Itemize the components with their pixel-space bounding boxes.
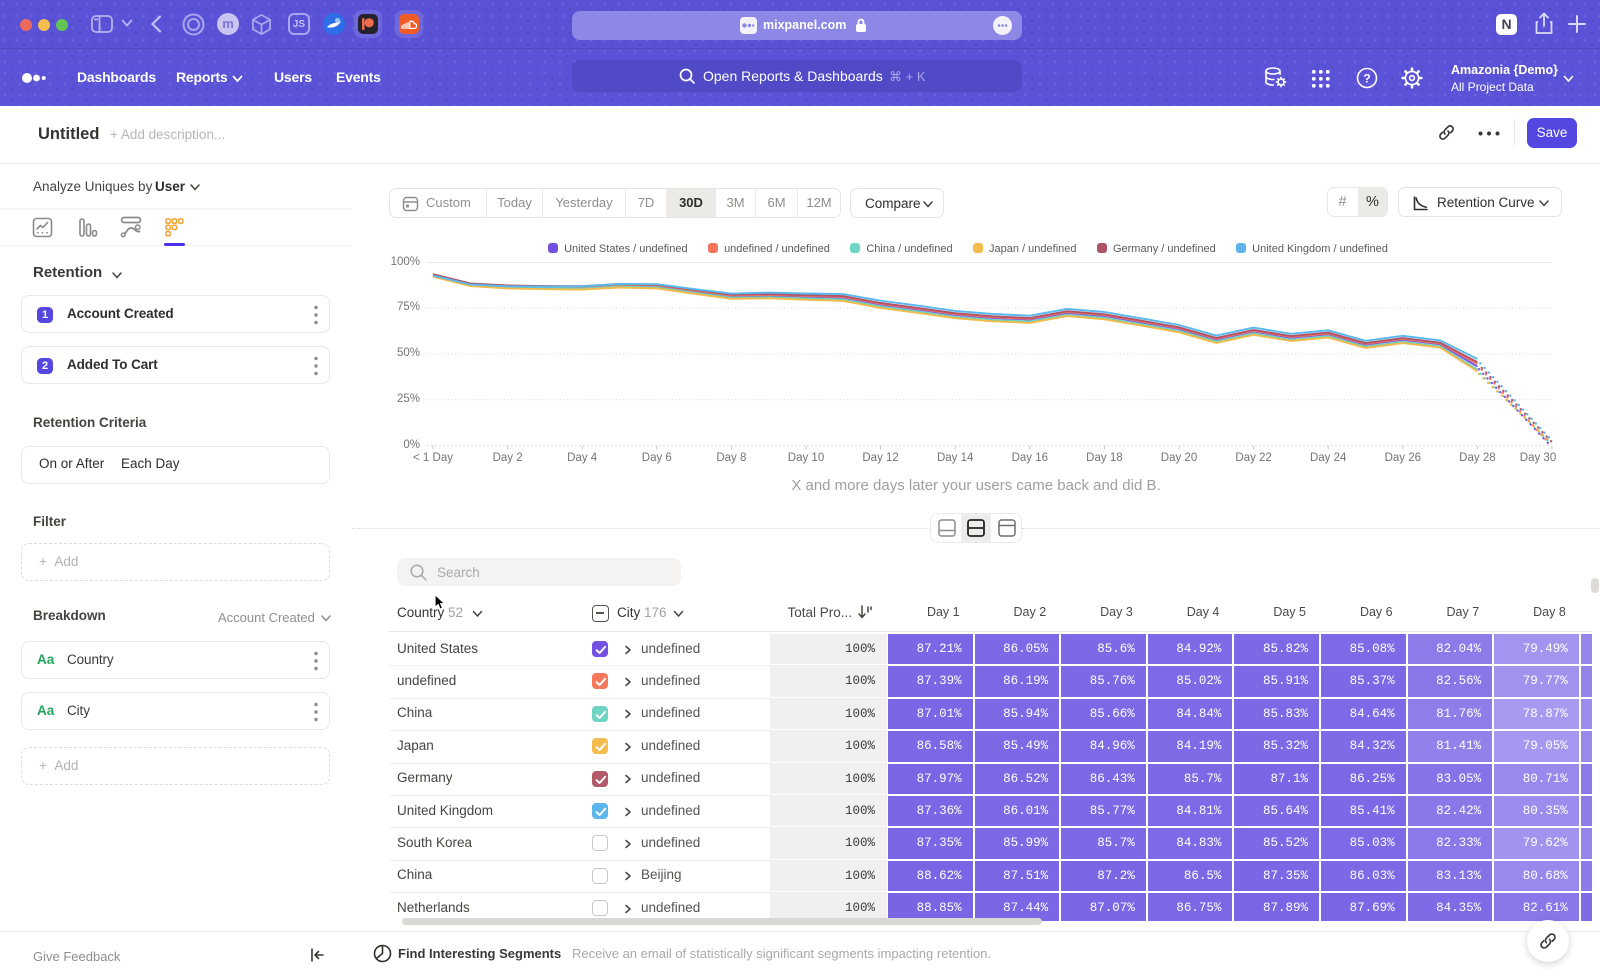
svg-text:?: ? bbox=[1363, 72, 1370, 86]
